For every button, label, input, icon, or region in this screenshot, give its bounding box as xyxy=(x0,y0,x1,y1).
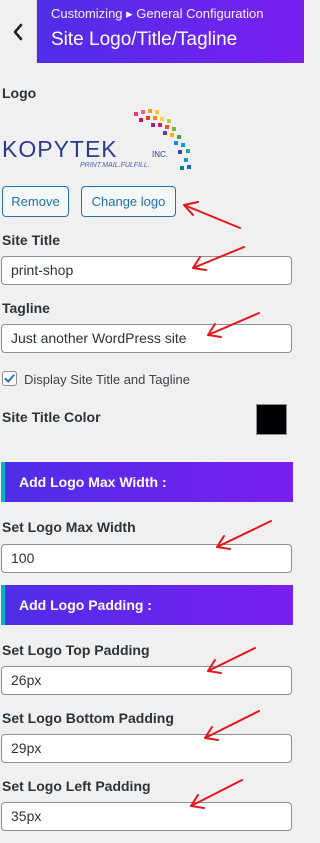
tagline-input[interactable]: Just another WordPress site xyxy=(1,324,292,353)
back-button[interactable] xyxy=(0,0,37,63)
top-padding-label: Set Logo Top Padding xyxy=(2,642,150,658)
logo-suffix: INC. xyxy=(152,150,168,159)
remove-logo-button[interactable]: Remove xyxy=(2,186,69,217)
top-padding-input[interactable]: 26px xyxy=(1,666,292,695)
left-padding-label: Set Logo Left Padding xyxy=(2,778,151,794)
tagline-label: Tagline xyxy=(2,300,50,316)
bottom-padding-label: Set Logo Bottom Padding xyxy=(2,710,174,726)
site-title-color-swatch[interactable] xyxy=(256,404,287,435)
customizer-header: Customizing ▸ General Configuration Site… xyxy=(0,0,304,63)
breadcrumb: Customizing ▸ General Configuration xyxy=(51,6,264,21)
logo-tagline: PRINT.MAIL.FULFILL. xyxy=(80,162,150,169)
logo-wordmark: KOPYTEK xyxy=(2,136,118,162)
header-panel: Customizing ▸ General Configuration Site… xyxy=(37,0,304,63)
change-logo-button[interactable]: Change logo xyxy=(81,186,176,217)
page-title: Site Logo/Title/Tagline xyxy=(51,29,238,50)
checkmark-icon xyxy=(4,374,15,383)
arrow-icon xyxy=(183,201,241,229)
max-width-label: Set Logo Max Width xyxy=(2,519,136,535)
display-title-checkbox[interactable] xyxy=(2,371,17,386)
display-title-label: Display Site Title and Tagline xyxy=(24,372,190,387)
chevron-left-icon xyxy=(13,23,23,40)
max-width-section-heading: Add Logo Max Width : xyxy=(1,462,293,502)
site-title-label: Site Title xyxy=(2,232,61,248)
site-title-color-label: Site Title Color xyxy=(2,409,101,425)
max-width-input[interactable]: 100 xyxy=(1,544,292,573)
site-logo-image: KOPYTEK INC. PRINT.MAIL.FULFILL. xyxy=(2,109,191,170)
logo-dots xyxy=(134,109,191,170)
site-title-input[interactable]: print-shop xyxy=(1,256,292,285)
bottom-padding-input[interactable]: 29px xyxy=(1,734,292,763)
logo-label: Logo xyxy=(2,85,37,101)
left-padding-input[interactable]: 35px xyxy=(1,802,292,831)
padding-section-heading: Add Logo Padding : xyxy=(1,585,293,625)
